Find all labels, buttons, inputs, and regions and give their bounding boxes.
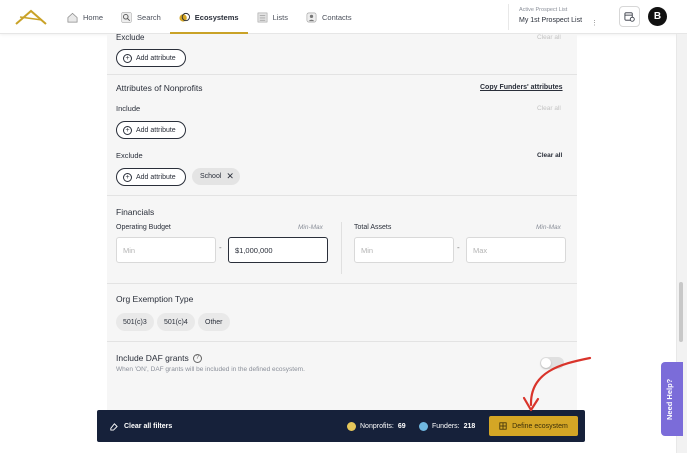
nonprofits-count: 69 — [397, 422, 406, 430]
nonprofits-count-stat: Nonprofits: 69 — [347, 410, 406, 442]
close-icon[interactable]: ✕ — [226, 171, 234, 182]
section-divider — [107, 341, 577, 342]
bottom-action-bar: Clear all filters Nonprofits: 69 Funders… — [97, 410, 585, 442]
nav-home-label: Home — [83, 12, 104, 22]
nav-lists-label: Lists — [272, 12, 288, 22]
funders-count-stat: Funders: 218 — [419, 410, 475, 442]
top-navigation-bar: Home Search Ecosystems Lists Contacts Ac… — [0, 0, 687, 34]
avatar[interactable]: B — [648, 7, 667, 26]
ecosystems-icon — [179, 12, 190, 22]
nav-search-label: Search — [137, 12, 161, 22]
clear-all-filters-label: Clear all filters — [124, 422, 173, 430]
total-assets-max-input[interactable]: Max — [466, 237, 566, 263]
prospect-list-label: Active Prospect List — [519, 7, 568, 13]
nav-search[interactable]: Search — [112, 0, 170, 34]
add-attribute-label: Add attribute — [136, 126, 176, 134]
funders-icon — [419, 421, 428, 431]
logo-icon[interactable] — [14, 7, 48, 27]
need-help-label: Need Help? — [665, 378, 674, 420]
exemption-option-501c4[interactable]: 501(c)4 — [157, 313, 195, 331]
daf-grants-toggle[interactable] — [540, 357, 564, 369]
total-assets-min-input[interactable]: Min — [354, 237, 454, 263]
plus-circle-icon: + — [123, 125, 132, 135]
operating-budget-max-input[interactable]: $1,000,000 — [228, 237, 328, 263]
total-assets-hint: Min-Max — [536, 224, 561, 231]
daf-grants-description: When 'ON', DAF grants will be included i… — [116, 366, 305, 373]
lists-icon — [257, 12, 267, 22]
calendar-gear-icon — [624, 12, 635, 22]
contacts-icon — [306, 12, 317, 22]
calendar-settings-button[interactable] — [619, 6, 640, 27]
operating-budget-label: Operating Budget — [116, 224, 171, 231]
nonprofits-include-title: Include — [116, 104, 141, 113]
exemption-type-title: Org Exemption Type — [116, 294, 194, 304]
nav-ecosystems-label: Ecosystems — [194, 12, 239, 22]
clear-all-filters-button[interactable]: Clear all filters — [109, 410, 172, 442]
funders-exclude-clear-all[interactable]: Clear all — [537, 34, 561, 41]
more-vertical-icon[interactable]: ⋮ — [591, 19, 598, 27]
nonprofits-include-clear-all[interactable]: Clear all — [537, 105, 561, 112]
plus-circle-icon: + — [123, 172, 132, 182]
add-attribute-label: Add attribute — [136, 173, 176, 181]
funders-count: 218 — [463, 422, 476, 430]
nonprofits-icon — [347, 421, 356, 431]
main-nav: Home Search Ecosystems Lists Contacts — [58, 0, 361, 34]
daf-grants-row: Include DAF grants ? — [116, 353, 202, 363]
nav-contacts-label: Contacts — [321, 12, 352, 22]
nav-contacts[interactable]: Contacts — [297, 0, 361, 34]
exclude-chip-school[interactable]: School ✕ — [192, 168, 240, 185]
section-divider — [107, 195, 577, 196]
need-help-tab[interactable]: Need Help? — [661, 362, 683, 436]
nonprofits-exclude-add-attribute-button[interactable]: + Add attribute — [116, 168, 186, 186]
range-dash: - — [457, 243, 460, 252]
define-ecosystem-button[interactable]: Define ecosystem — [489, 416, 578, 436]
total-assets-label: Total Assets — [354, 224, 392, 231]
section-divider — [107, 74, 577, 75]
nonprofits-exclude-title: Exclude — [116, 151, 143, 160]
operating-budget-hint: Min-Max — [298, 224, 323, 231]
nav-lists[interactable]: Lists — [248, 0, 297, 34]
help-icon[interactable]: ? — [192, 353, 202, 363]
nav-home[interactable]: Home — [58, 0, 112, 34]
financials-title: Financials — [116, 207, 155, 217]
financials-divider — [341, 222, 342, 274]
section-divider — [107, 283, 577, 284]
operating-budget-min-input[interactable]: Min — [116, 237, 216, 263]
nonprofits-exclude-clear-all[interactable]: Clear all — [537, 152, 562, 159]
range-dash: - — [219, 243, 222, 252]
nonprofits-label: Nonprofits: — [360, 422, 394, 430]
add-attribute-label: Add attribute — [136, 54, 176, 62]
exemption-option-other[interactable]: Other — [198, 313, 230, 331]
plus-circle-icon: + — [123, 53, 132, 63]
home-icon — [67, 12, 78, 22]
copy-funders-attributes-link[interactable]: Copy Funders' attributes — [480, 84, 563, 91]
scrollbar-thumb[interactable] — [679, 282, 683, 342]
chip-label: School — [200, 173, 222, 180]
exemption-option-501c3[interactable]: 501(c)3 — [116, 313, 154, 331]
nav-ecosystems[interactable]: Ecosystems — [169, 0, 248, 34]
daf-grants-title: Include DAF grants — [116, 353, 189, 363]
funders-exclude-title: Exclude — [116, 33, 145, 42]
nonprofits-attributes-title: Attributes of Nonprofits — [116, 83, 203, 93]
search-icon — [121, 11, 132, 23]
active-prospect-list-selector[interactable]: Active Prospect List My 1st Prospect Lis… — [508, 4, 604, 30]
nonprofits-include-add-attribute-button[interactable]: + Add attribute — [116, 121, 186, 139]
funders-exclude-add-attribute-button[interactable]: + Add attribute — [116, 49, 186, 67]
define-ecosystem-label: Define ecosystem — [512, 422, 568, 430]
grid-icon — [499, 422, 507, 430]
funders-label: Funders: — [432, 422, 460, 430]
eraser-icon — [110, 422, 118, 431]
